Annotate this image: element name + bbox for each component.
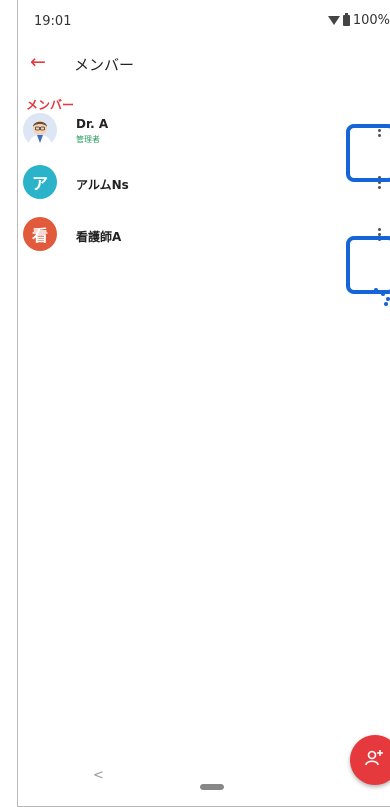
wifi-icon: [327, 16, 340, 25]
member-name: 看護師A: [76, 230, 122, 244]
status-icons: 100%: [327, 13, 390, 28]
battery-icon: [342, 13, 350, 26]
avatar-letter-text: ア: [31, 174, 48, 193]
add-member-button[interactable]: [350, 735, 390, 785]
nav-home-icon[interactable]: [200, 784, 224, 790]
avatar-letter: ア: [23, 165, 57, 199]
back-arrow-icon[interactable]: ←: [26, 50, 50, 74]
avatar-letter: 看: [23, 217, 57, 251]
list-item-member-2[interactable]: ア アルムNs: [18, 165, 390, 205]
status-time: 19:01: [34, 14, 72, 29]
add-person-icon: [365, 750, 383, 766]
nav-back-icon[interactable]: <: [93, 768, 104, 783]
member-name: Dr. A: [76, 117, 109, 131]
avatar-photo: [23, 113, 57, 147]
app-bar: ← メンバー: [18, 46, 390, 86]
avatar-letter-text: 看: [31, 226, 48, 245]
section-label: メンバー: [26, 98, 75, 112]
tap-indicator: [372, 288, 390, 306]
list-item-member-3[interactable]: 看 看護師A: [18, 217, 390, 257]
page-title: メンバー: [74, 56, 135, 74]
member-role-badge: 管理者: [76, 135, 100, 144]
list-item-member-1[interactable]: Dr. A 管理者: [18, 113, 390, 153]
battery-percent: 100%: [352, 13, 390, 28]
highlight-box: [346, 236, 390, 294]
highlight-box: [346, 124, 390, 182]
status-bar: 19:01 100%: [18, 0, 390, 36]
member-name: アルムNs: [76, 178, 129, 192]
